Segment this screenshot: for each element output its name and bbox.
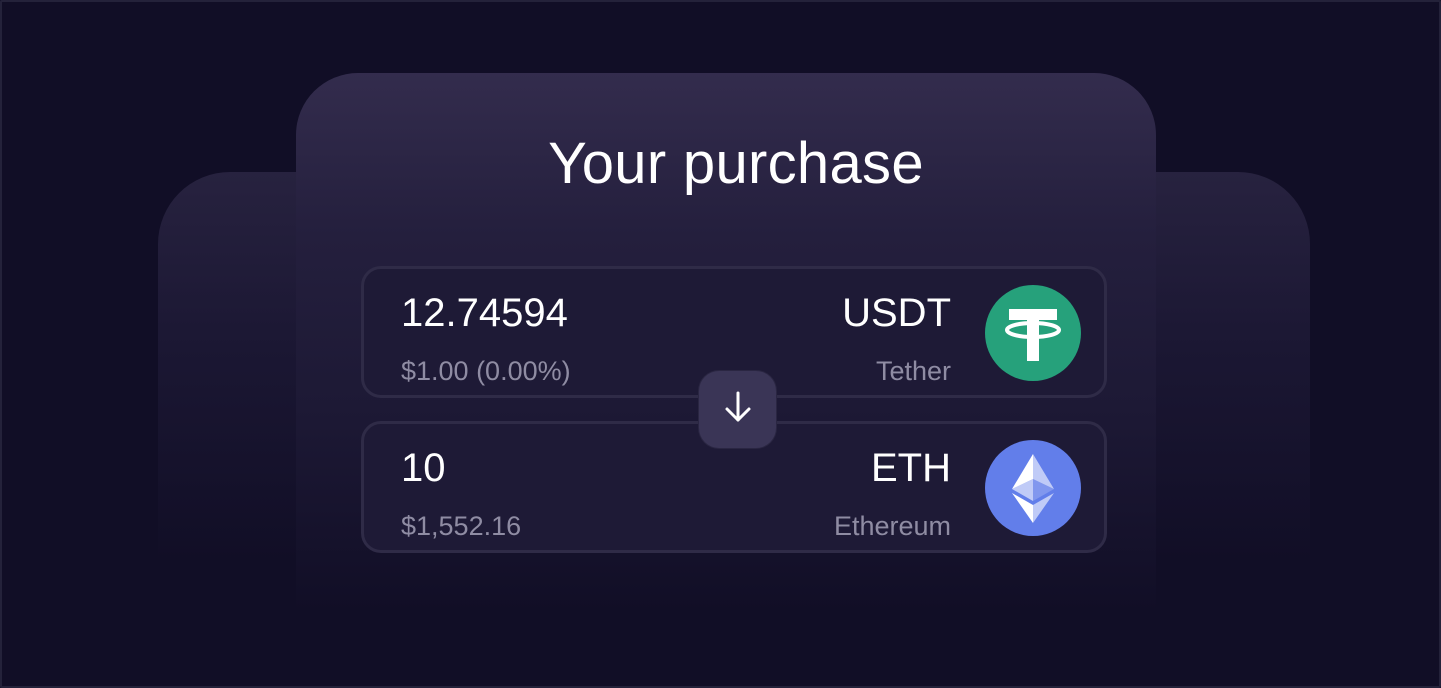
from-amount: 12.74594 [401, 291, 568, 335]
from-fiat-value: $1.00 (0.00%) [401, 356, 571, 386]
to-fiat-value: $1,552.16 [401, 511, 522, 541]
page-title: Your purchase [548, 131, 924, 196]
swap-direction-button[interactable] [699, 371, 776, 448]
tether-icon [985, 285, 1081, 381]
from-token-name: Tether [875, 356, 951, 386]
to-token-symbol: ETH [871, 446, 951, 490]
ethereum-icon [985, 440, 1081, 536]
arrow-down-icon [718, 387, 758, 432]
to-amount: 10 [401, 446, 446, 490]
to-token-name: Ethereum [833, 511, 951, 541]
from-token-symbol: USDT [842, 291, 951, 335]
